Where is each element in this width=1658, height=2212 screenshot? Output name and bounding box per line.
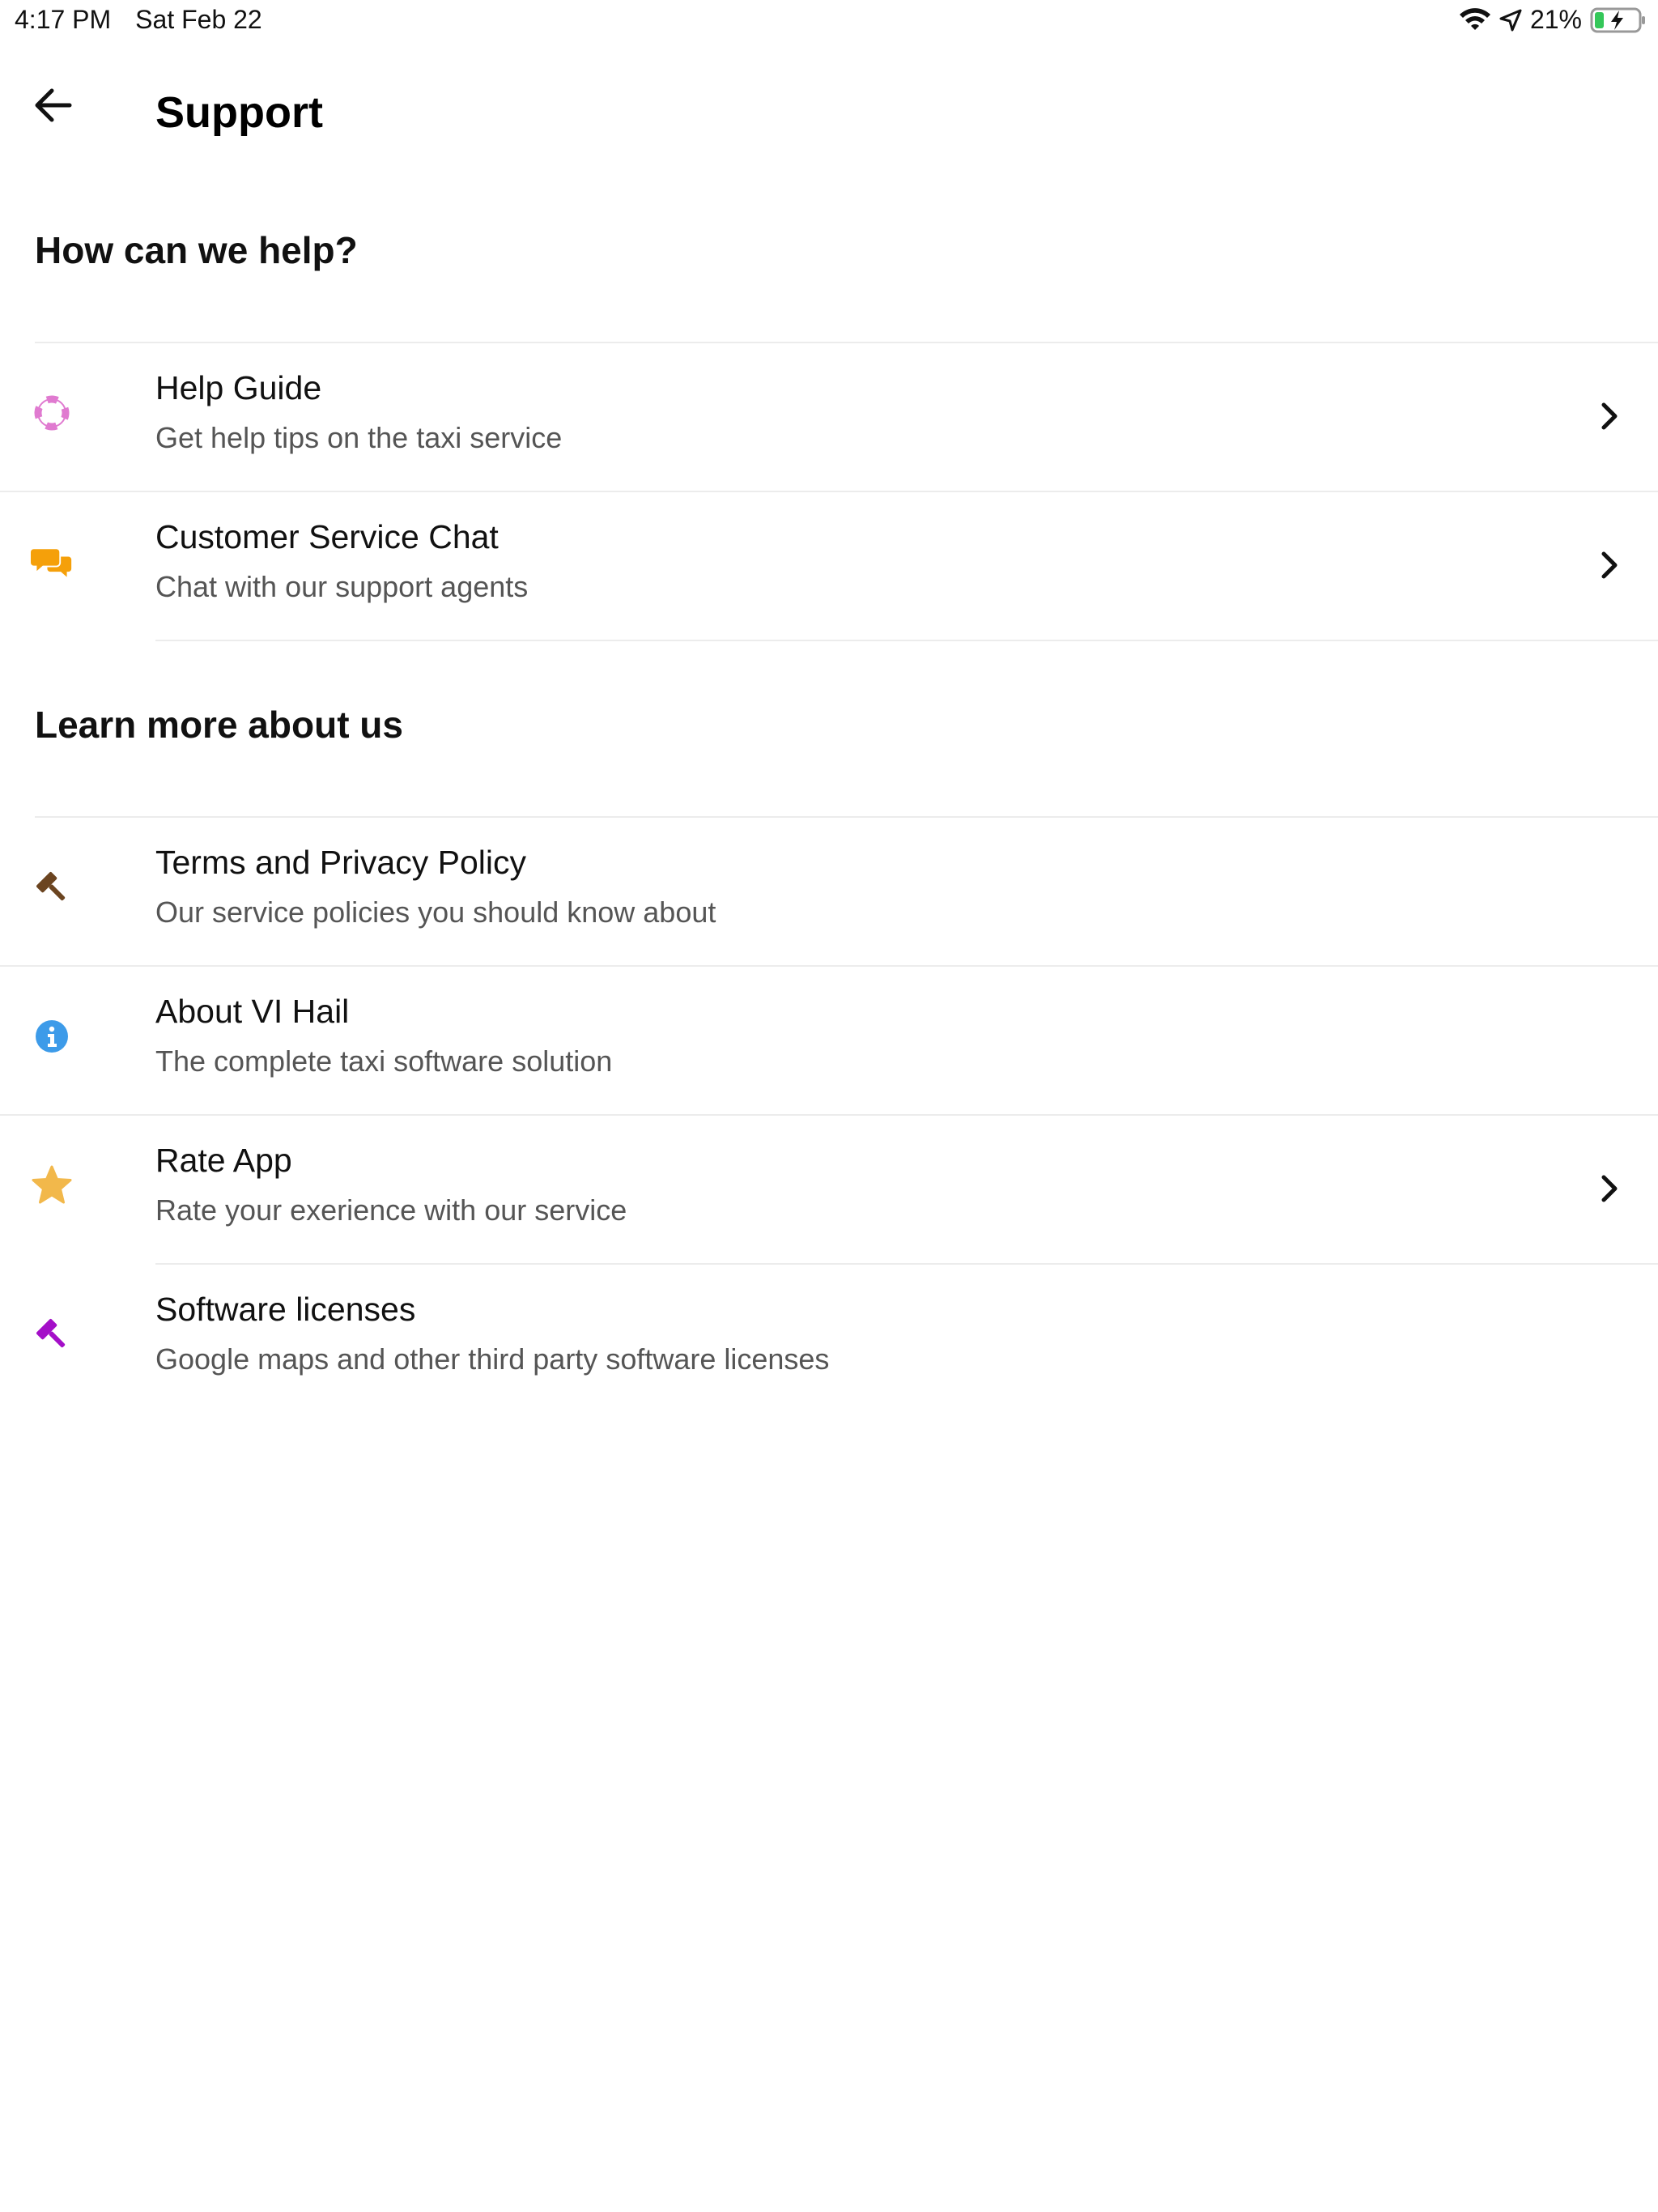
battery-percent: 21% bbox=[1529, 5, 1582, 34]
wifi-icon bbox=[1459, 7, 1491, 33]
status-time: 4:17 PM bbox=[15, 5, 112, 34]
status-bar: 4:17 PM Sat Feb 22 21% bbox=[0, 0, 1658, 42]
status-right: 21% bbox=[1459, 5, 1647, 35]
gavel-icon bbox=[31, 866, 73, 908]
row-title: Terms and Privacy Policy bbox=[155, 844, 526, 881]
row-subtitle: The complete taxi software solution bbox=[155, 1044, 613, 1078]
software-licenses-row[interactable]: Software licenses Google maps and other … bbox=[0, 1265, 1658, 1412]
row-title: Help Guide bbox=[155, 369, 322, 406]
row-subtitle: Chat with our support agents bbox=[155, 570, 529, 603]
chevron-right-icon bbox=[1595, 1171, 1624, 1206]
row-title: Customer Service Chat bbox=[155, 518, 499, 555]
section-heading-about: Learn more about us bbox=[35, 704, 403, 746]
terms-privacy-row[interactable]: Terms and Privacy Policy Our service pol… bbox=[0, 818, 1658, 965]
rate-app-row[interactable]: Rate App Rate your exerience with our se… bbox=[0, 1116, 1658, 1263]
app-header: Support bbox=[0, 73, 1658, 162]
lifebuoy-icon bbox=[31, 392, 73, 434]
row-subtitle: Google maps and other third party softwa… bbox=[155, 1342, 830, 1376]
help-guide-row[interactable]: Help Guide Get help tips on the taxi ser… bbox=[0, 343, 1658, 491]
battery-charging-icon bbox=[1590, 6, 1647, 34]
location-arrow-icon bbox=[1499, 9, 1522, 32]
row-title: About VI Hail bbox=[155, 993, 350, 1030]
row-subtitle: Get help tips on the taxi service bbox=[155, 421, 563, 454]
row-subtitle: Our service policies you should know abo… bbox=[155, 895, 716, 929]
back-arrow-icon bbox=[35, 88, 72, 122]
divider bbox=[155, 640, 1658, 641]
about-vi-hail-row[interactable]: About VI Hail The complete taxi software… bbox=[0, 967, 1658, 1114]
status-date: Sat Feb 22 bbox=[135, 5, 262, 34]
chat-bubbles-icon bbox=[31, 541, 73, 583]
status-left: 4:17 PM Sat Feb 22 bbox=[15, 5, 262, 35]
section-heading-help: How can we help? bbox=[35, 229, 358, 271]
row-title: Rate App bbox=[155, 1142, 292, 1179]
row-subtitle: Rate your exerience with our service bbox=[155, 1193, 627, 1227]
back-button[interactable] bbox=[29, 81, 78, 130]
info-icon bbox=[31, 1015, 73, 1057]
page-title: Support bbox=[155, 88, 323, 137]
customer-service-chat-row[interactable]: Customer Service Chat Chat with our supp… bbox=[0, 492, 1658, 640]
gavel-icon bbox=[31, 1313, 73, 1355]
chevron-right-icon bbox=[1595, 398, 1624, 434]
chevron-right-icon bbox=[1595, 547, 1624, 583]
star-icon bbox=[31, 1164, 73, 1206]
row-title: Software licenses bbox=[155, 1291, 416, 1328]
support-screen: 4:17 PM Sat Feb 22 21% Support How can w… bbox=[0, 0, 1658, 2212]
